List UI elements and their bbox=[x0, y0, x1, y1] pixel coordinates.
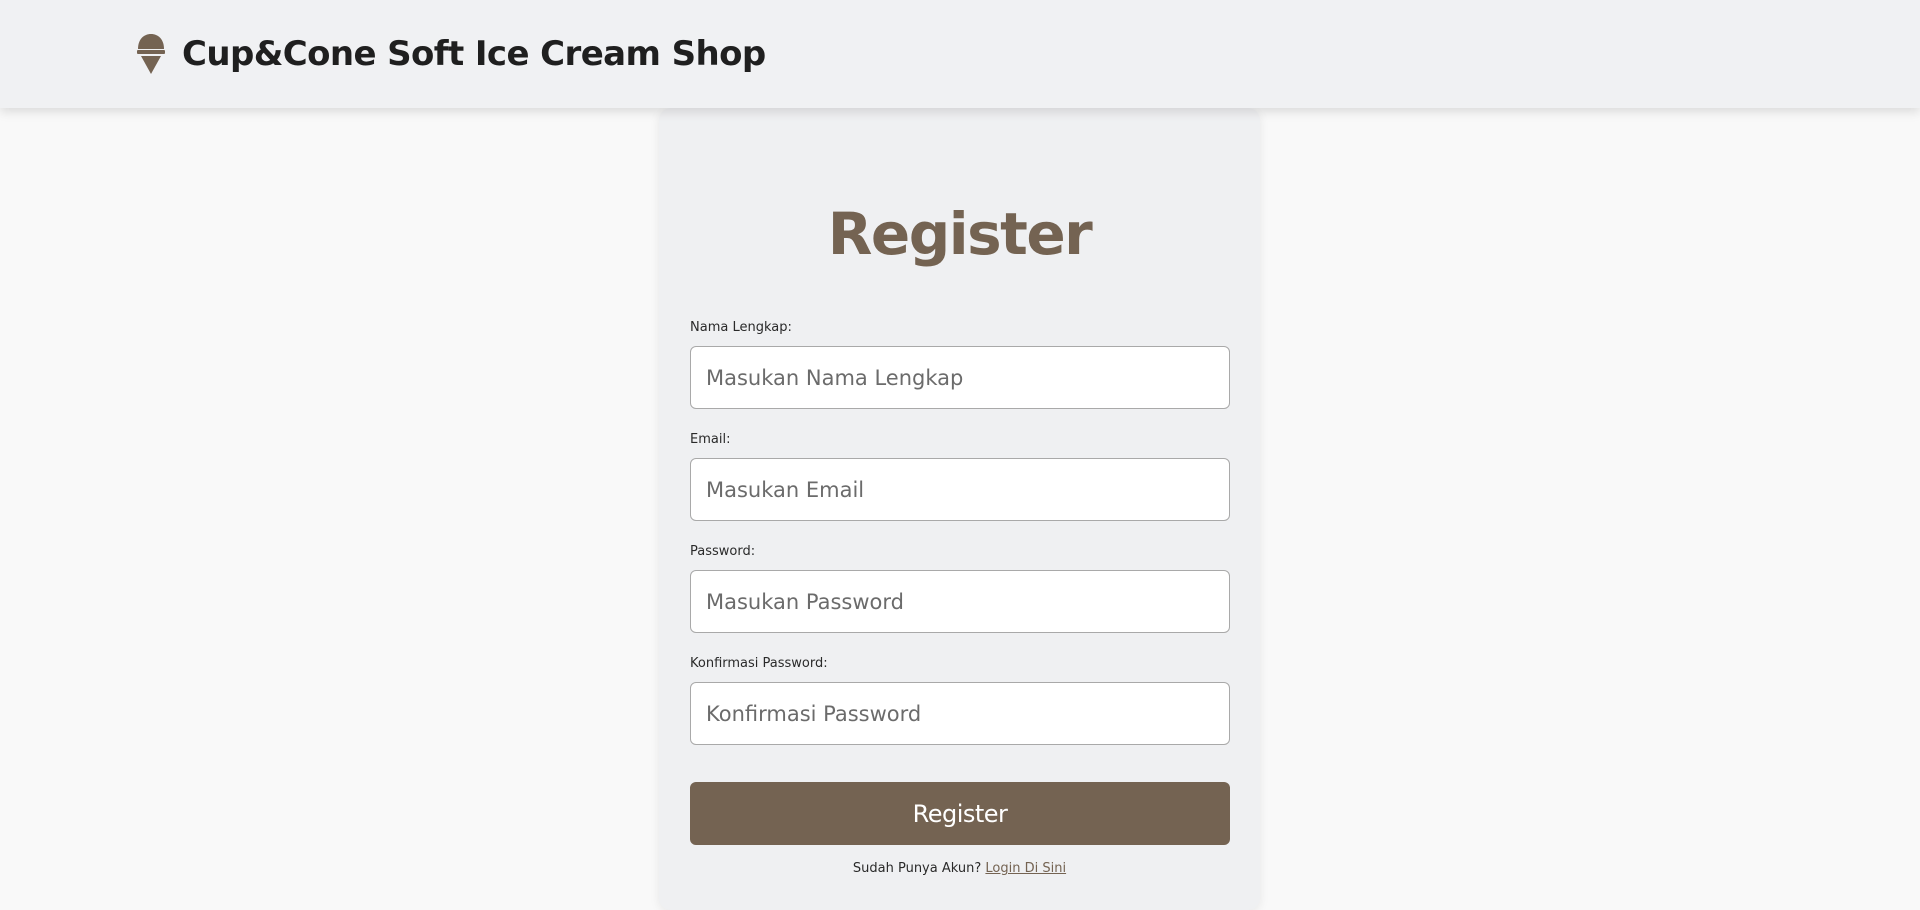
login-prompt: Sudah Punya Akun? Login Di Sini bbox=[659, 861, 1260, 876]
navbar: Cup&Cone Soft Ice Cream Shop bbox=[0, 0, 1920, 108]
register-card: Register Nama Lengkap: Email: Password: … bbox=[659, 108, 1260, 910]
ice-cream-icon bbox=[137, 34, 165, 74]
password-label: Password: bbox=[690, 544, 756, 559]
confirm-password-input[interactable] bbox=[690, 682, 1230, 745]
full-name-label: Nama Lengkap: bbox=[690, 320, 792, 335]
brand-name[interactable]: Cup&Cone Soft Ice Cream Shop bbox=[182, 34, 766, 74]
confirm-password-label: Konfirmasi Password: bbox=[690, 656, 828, 671]
full-name-input[interactable] bbox=[690, 346, 1230, 409]
login-prompt-text: Sudah Punya Akun? bbox=[852, 861, 982, 876]
email-input[interactable] bbox=[690, 458, 1230, 521]
login-link[interactable]: Login Di Sini bbox=[985, 861, 1066, 876]
email-label: Email: bbox=[690, 432, 731, 447]
register-button[interactable]: Register bbox=[690, 782, 1230, 845]
page-title: Register bbox=[827, 200, 1093, 268]
password-input[interactable] bbox=[690, 570, 1230, 633]
